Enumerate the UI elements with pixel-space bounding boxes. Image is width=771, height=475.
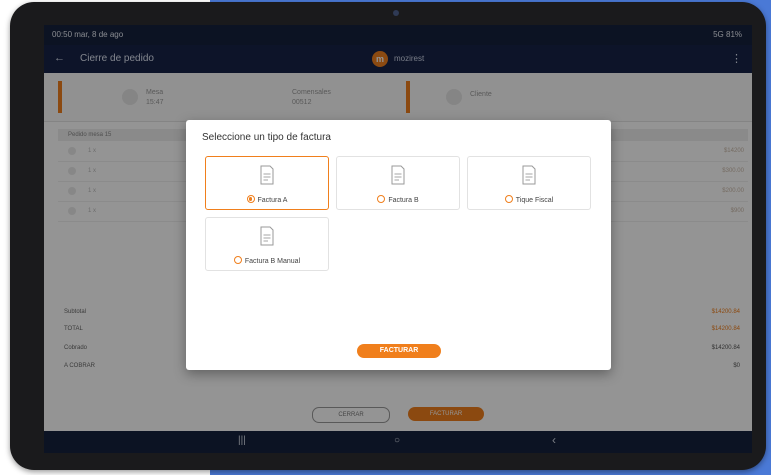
option-label: Factura B [388, 197, 419, 204]
radio-button[interactable] [377, 195, 386, 203]
camera-icon [393, 10, 399, 16]
dialog-title: Seleccione un tipo de factura [202, 132, 331, 143]
option-factura-b[interactable]: Factura B [336, 156, 460, 210]
document-icon [522, 165, 536, 185]
option-label: Factura A [257, 197, 288, 204]
option-factura-b-manual[interactable]: Factura B Manual [205, 217, 329, 271]
option-label: Tique Fiscal [515, 197, 554, 204]
document-icon [391, 165, 405, 185]
facturar-button[interactable]: FACTURAR [357, 344, 441, 358]
option-factura-a[interactable]: Factura A [205, 156, 329, 210]
option-label: Factura B Manual [244, 258, 301, 265]
document-icon [260, 165, 274, 185]
invoice-type-dialog: Seleccione un tipo de factura Factura A [186, 120, 611, 370]
radio-button[interactable] [504, 195, 513, 203]
radio-button[interactable] [233, 256, 242, 264]
screen: 00:50 mar, 8 de ago 5G 81% ← Cierre de p… [44, 25, 752, 453]
radio-button[interactable] [246, 195, 255, 203]
option-tique-fiscal[interactable]: Tique Fiscal [467, 156, 591, 210]
document-icon [260, 226, 274, 246]
tablet-frame: 00:50 mar, 8 de ago 5G 81% ← Cierre de p… [10, 2, 766, 470]
